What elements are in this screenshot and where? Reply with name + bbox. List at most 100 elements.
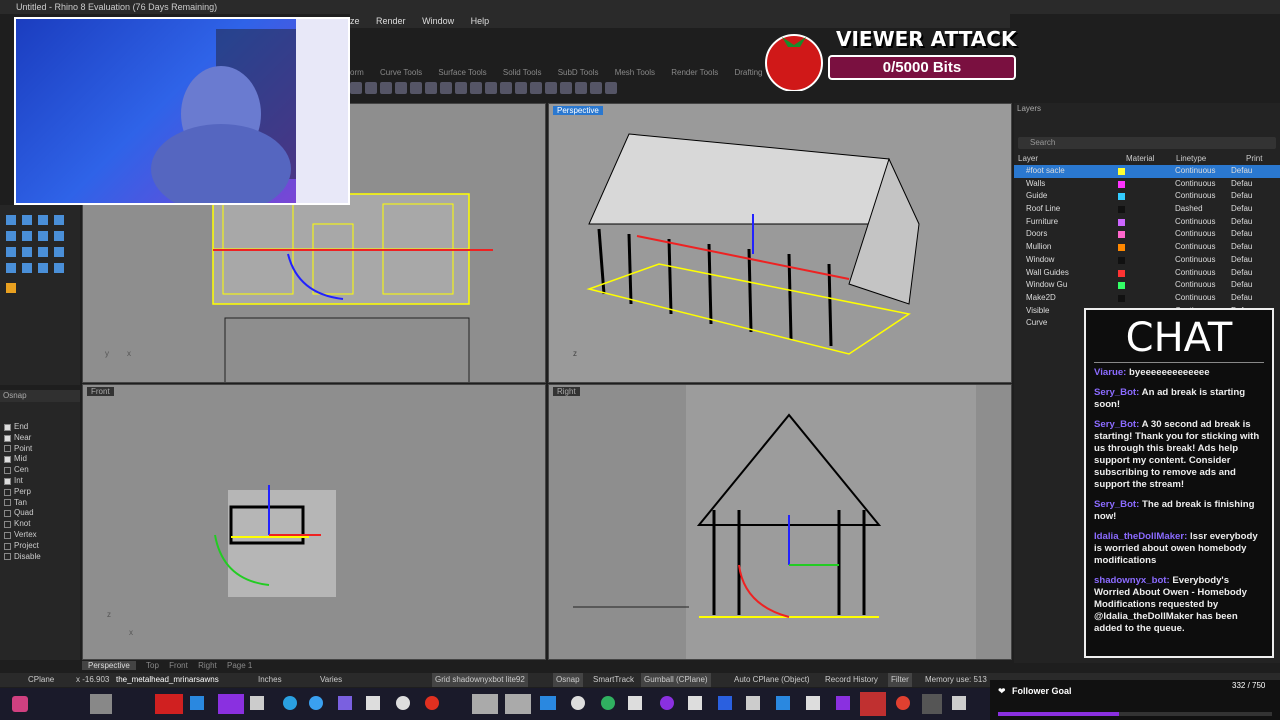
tool-icon[interactable] xyxy=(395,82,407,94)
taskbar-icons[interactable] xyxy=(0,688,1000,720)
osnap-disable[interactable]: Disable xyxy=(0,552,80,563)
layer-linetype[interactable]: Continuous xyxy=(1175,292,1223,305)
layer-linetype[interactable]: Continuous xyxy=(1175,216,1223,229)
osnap-project[interactable]: Project xyxy=(0,541,80,552)
layer-print[interactable]: Defau xyxy=(1231,254,1252,267)
chat-username[interactable]: Sery_Bot: xyxy=(1094,387,1139,398)
osnap-point[interactable]: Point xyxy=(0,444,80,455)
tab-top[interactable]: Top xyxy=(146,661,159,670)
layer-linetype[interactable]: Continuous xyxy=(1175,279,1223,292)
osnap-perp[interactable]: Perp xyxy=(0,487,80,498)
tab-solid-tools[interactable]: Solid Tools xyxy=(503,68,542,77)
tool-icon[interactable] xyxy=(410,82,422,94)
tool-icon[interactable] xyxy=(470,82,482,94)
chat-username[interactable]: Idalia_theDollMaker: xyxy=(1094,531,1187,542)
tab-transform[interactable]: orm xyxy=(350,68,364,77)
viewport-label-perspective[interactable]: Perspective xyxy=(553,106,603,115)
layer-color-swatch[interactable] xyxy=(1118,244,1125,252)
layer-color-swatch[interactable] xyxy=(1118,231,1125,239)
checkbox-icon[interactable] xyxy=(4,521,11,529)
layer-linetype[interactable]: Dashed xyxy=(1175,203,1223,216)
column-material[interactable]: Material xyxy=(1126,153,1176,165)
status-autocplane[interactable]: Auto CPlane (Object) xyxy=(734,673,810,687)
layer-row[interactable]: Window Gu Continuous Defau xyxy=(1014,279,1280,292)
layer-print[interactable]: Defau xyxy=(1231,203,1252,216)
osnap-vertex[interactable]: Vertex xyxy=(0,530,80,541)
osnap-quad[interactable]: Quad xyxy=(0,508,80,519)
tool-icon[interactable] xyxy=(530,82,542,94)
layer-linetype[interactable]: Continuous xyxy=(1175,165,1223,178)
tool-icon[interactable] xyxy=(500,82,512,94)
osnap-knot[interactable]: Knot xyxy=(0,519,80,530)
layer-print[interactable]: Defau xyxy=(1231,279,1252,292)
status-layer[interactable]: Varies xyxy=(320,673,342,687)
checkbox-icon[interactable] xyxy=(4,467,11,475)
layer-color-swatch[interactable] xyxy=(1118,206,1125,214)
layer-linetype[interactable]: Continuous xyxy=(1175,190,1223,203)
column-print[interactable]: Print xyxy=(1246,153,1262,165)
layer-linetype[interactable]: Continuous xyxy=(1175,267,1223,280)
checkbox-icon[interactable] xyxy=(4,423,11,431)
chat-username[interactable]: Sery_Bot: xyxy=(1094,419,1139,430)
osnap-mid[interactable]: Mid xyxy=(0,454,80,465)
column-layer[interactable]: Layer xyxy=(1018,153,1126,165)
tab-render-tools[interactable]: Render Tools xyxy=(671,68,718,77)
status-grid[interactable]: Grid shadownyxbot lite92 xyxy=(432,673,528,687)
checkbox-icon[interactable] xyxy=(4,456,11,464)
layer-row[interactable]: Guide Continuous Defau xyxy=(1014,190,1280,203)
tab-surface-tools[interactable]: Surface Tools xyxy=(438,68,486,77)
layer-color-swatch[interactable] xyxy=(1118,168,1125,175)
viewport-front[interactable]: zx Front xyxy=(82,384,546,660)
status-filter[interactable]: Filter xyxy=(888,673,912,687)
checkbox-icon[interactable] xyxy=(4,499,11,507)
layer-row[interactable]: Walls Continuous Defau xyxy=(1014,178,1280,191)
tool-icon[interactable] xyxy=(545,82,557,94)
checkbox-icon[interactable] xyxy=(4,553,11,561)
layer-color-swatch[interactable] xyxy=(1118,269,1125,277)
tool-icon[interactable] xyxy=(485,82,497,94)
layer-print[interactable]: Defau xyxy=(1231,267,1252,280)
tab-right[interactable]: Right xyxy=(198,661,217,670)
osnap-cen[interactable]: Cen xyxy=(0,465,80,476)
tab-subd-tools[interactable]: SubD Tools xyxy=(558,68,599,77)
layer-color-swatch[interactable] xyxy=(1118,193,1125,201)
osnap-near[interactable]: Near xyxy=(0,433,80,444)
tab-curve-tools[interactable]: Curve Tools xyxy=(380,68,422,77)
layer-print[interactable]: Defau xyxy=(1231,190,1252,203)
tool-icon[interactable] xyxy=(350,82,362,94)
layer-linetype[interactable]: Continuous xyxy=(1175,228,1223,241)
tool-icon[interactable] xyxy=(605,82,617,94)
checkbox-icon[interactable] xyxy=(4,531,11,539)
layer-row[interactable]: #foot sacle Continuous Defau xyxy=(1014,165,1280,178)
viewport-label-front[interactable]: Front xyxy=(87,387,114,396)
osnap-end[interactable]: End xyxy=(0,422,80,433)
viewport-perspective[interactable]: z Perspective xyxy=(548,103,1012,383)
tool-icon[interactable] xyxy=(515,82,527,94)
chat-username[interactable]: Viarue: xyxy=(1094,367,1126,378)
layer-color-swatch[interactable] xyxy=(1118,218,1125,226)
tool-icon[interactable] xyxy=(560,82,572,94)
layer-print[interactable]: Defau xyxy=(1231,165,1252,178)
layer-print[interactable]: Defau xyxy=(1231,292,1252,305)
layer-linetype[interactable]: Continuous xyxy=(1175,254,1223,267)
layer-print[interactable]: Defau xyxy=(1231,228,1252,241)
status-gumball[interactable]: Gumball (CPlane) xyxy=(641,673,711,687)
status-record-history[interactable]: Record History xyxy=(825,673,878,687)
layer-row[interactable]: Mullion Continuous Defau xyxy=(1014,241,1280,254)
tool-icon[interactable] xyxy=(455,82,467,94)
tab-page-1[interactable]: Page 1 xyxy=(227,661,252,670)
menu-item-render[interactable]: Render xyxy=(376,16,406,26)
tool-icon[interactable] xyxy=(380,82,392,94)
status-smarttrack[interactable]: SmartTrack xyxy=(593,673,634,687)
layer-print[interactable]: Defau xyxy=(1231,241,1252,254)
checkbox-icon[interactable] xyxy=(4,542,11,550)
tool-icon[interactable] xyxy=(440,82,452,94)
chat-username[interactable]: Sery_Bot: xyxy=(1094,499,1139,510)
menu-item-window[interactable]: Window xyxy=(422,16,454,26)
layer-row[interactable]: Doors Continuous Defau xyxy=(1014,228,1280,241)
menu-item-help[interactable]: Help xyxy=(471,16,490,26)
layer-color-swatch[interactable] xyxy=(1118,294,1125,302)
status-cplane[interactable]: CPlane xyxy=(28,673,54,687)
layer-row[interactable]: Make2D Continuous Defau xyxy=(1014,292,1280,305)
layer-linetype[interactable]: Continuous xyxy=(1175,178,1223,191)
